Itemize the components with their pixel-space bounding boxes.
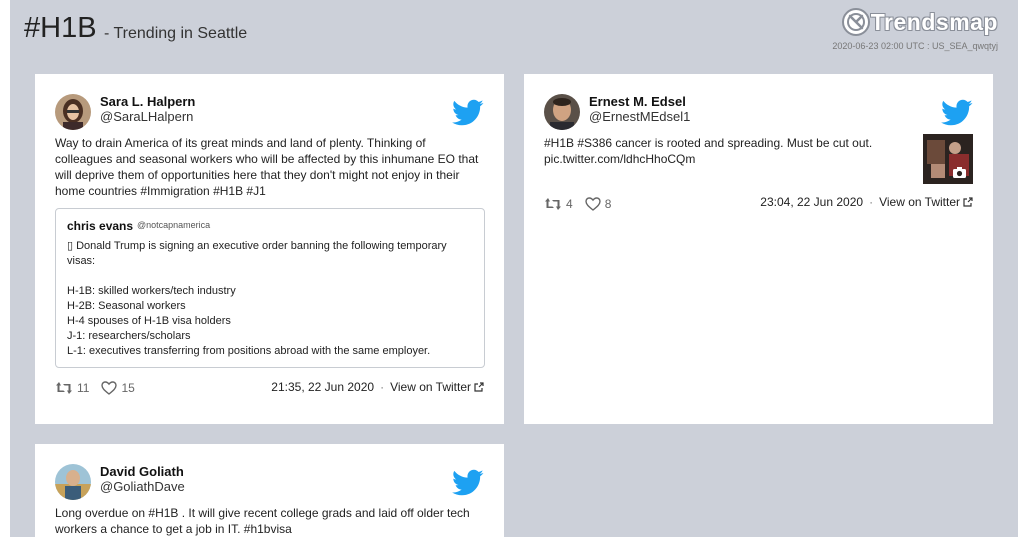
- trend-page: #H1B - Trending in Seattle Trendsmap 202…: [10, 0, 1018, 544]
- quoted-line: J-1: researchers/scholars: [67, 330, 191, 342]
- tweet-time: 21:35, 22 Jun 2020: [271, 380, 375, 394]
- external-link-icon: [963, 197, 973, 207]
- tweet-text: Way to drain America of its great minds …: [55, 136, 479, 198]
- author-name[interactable]: Ernest M. Edsel: [589, 94, 686, 109]
- author-handle[interactable]: @ErnestMEdsel1: [589, 109, 690, 124]
- author-handle[interactable]: @GoliathDave: [100, 479, 185, 494]
- trendsmap-logo-icon: [841, 8, 870, 36]
- quoted-line: H-4 spouses of H-1B visa holders: [67, 315, 231, 327]
- quoted-author-handle: @notcapnamerica: [137, 220, 211, 230]
- twitter-bird-icon[interactable]: [452, 469, 484, 497]
- trendsmap-logo[interactable]: Trendsmap: [841, 6, 998, 38]
- timestamp-location: 2020-06-23 02:00 UTC : US_SEA_qwqtyj: [832, 41, 998, 51]
- separator: ·: [380, 380, 385, 394]
- quoted-line: ▯ Donald Trump is signing an executive o…: [67, 240, 447, 267]
- tweet-text: Long overdue on #H1B . It will give rece…: [55, 506, 470, 536]
- author-handle[interactable]: @SaraLHalpern: [100, 109, 193, 124]
- tweet-meta: 23:04, 22 Jun 2020 · View on Twitter: [760, 195, 973, 209]
- quoted-tweet-text: ▯ Donald Trump is signing an executive o…: [67, 239, 472, 359]
- brand-name: Trendsmap: [870, 8, 998, 35]
- quoted-line-blank: [67, 269, 472, 284]
- heart-icon[interactable]: [101, 381, 118, 395]
- tweet-meta: 21:35, 22 Jun 2020 · View on Twitter: [271, 380, 484, 394]
- tweet-card: Sara L. Halpern @SaraLHalpern Way to dra…: [35, 74, 504, 424]
- tweet-text: #H1B #S386 cancer is rooted and spreadin…: [544, 136, 873, 166]
- author-name[interactable]: David Goliath: [100, 464, 184, 479]
- page-title: #H1B: [24, 12, 97, 44]
- external-link-icon: [474, 382, 484, 392]
- like-count: 8: [604, 197, 612, 211]
- tweet-card: Ernest M. Edsel @ErnestMEdsel1 #H1B #S38…: [524, 74, 993, 424]
- quoted-line: H-1B: skilled workers/tech industry: [67, 285, 236, 297]
- retweet-count: 4: [566, 197, 573, 211]
- engagement-bar: 11 15: [55, 381, 147, 395]
- retweet-icon[interactable]: [544, 197, 562, 211]
- separator: ·: [869, 195, 874, 209]
- avatar[interactable]: [55, 464, 91, 500]
- quoted-line: L-1: executives transferring from positi…: [67, 345, 431, 357]
- retweet-icon[interactable]: [55, 381, 73, 395]
- tweet-media-thumbnail[interactable]: [923, 134, 973, 184]
- quoted-tweet[interactable]: chris evans @notcapnamerica ▯ Donald Tru…: [55, 208, 485, 368]
- twitter-bird-icon[interactable]: [941, 99, 973, 127]
- page-subtitle: - Trending in Seattle: [104, 25, 248, 42]
- tweet-card: David Goliath @GoliathDave Long overdue …: [35, 444, 504, 544]
- avatar[interactable]: [544, 94, 580, 130]
- quoted-author-name: chris evans: [67, 219, 134, 233]
- heart-icon[interactable]: [584, 197, 601, 211]
- like-count: 15: [121, 381, 135, 395]
- view-on-twitter-link[interactable]: View on Twitter: [879, 195, 960, 209]
- engagement-bar: 4 8: [544, 197, 623, 211]
- retweet-count: 11: [77, 381, 90, 395]
- view-on-twitter-link[interactable]: View on Twitter: [390, 380, 471, 394]
- twitter-bird-icon[interactable]: [452, 99, 484, 127]
- tweet-time: 23:04, 22 Jun 2020: [760, 195, 864, 209]
- author-name[interactable]: Sara L. Halpern: [100, 94, 195, 109]
- quoted-line: H-2B: Seasonal workers: [67, 300, 186, 312]
- avatar[interactable]: [55, 94, 91, 130]
